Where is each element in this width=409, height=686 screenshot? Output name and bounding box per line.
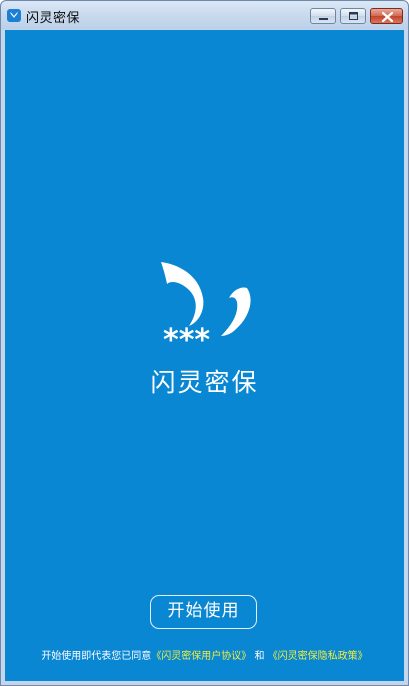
app-window: 闪灵密保 *** 闪灵密保 开始使用 开始使用即代表您已同意《闪灵密保用户协议》… <box>0 0 409 686</box>
logo-stars: *** <box>163 323 210 350</box>
close-icon <box>381 11 394 23</box>
window-bottom-border <box>1 681 408 685</box>
agreement-prefix: 开始使用即代表您已同意 <box>41 651 152 662</box>
title-bar[interactable]: 闪灵密保 <box>1 1 408 29</box>
privacy-policy-link[interactable]: 《闪灵密保隐私政策》 <box>268 651 368 662</box>
minimize-icon <box>319 18 328 20</box>
agreement-text: 开始使用即代表您已同意《闪灵密保用户协议》 和 《闪灵密保隐私政策》 <box>5 647 404 662</box>
butterfly-logo-icon: *** <box>161 262 251 350</box>
app-name-title: 闪灵密保 <box>150 368 259 397</box>
minimize-button[interactable] <box>310 8 336 24</box>
close-button[interactable] <box>370 8 403 24</box>
user-agreement-link[interactable]: 《闪灵密保用户协议》 <box>151 651 251 662</box>
window-title: 闪灵密保 <box>26 11 81 26</box>
maximize-icon <box>349 12 358 20</box>
start-button[interactable]: 开始使用 <box>150 595 257 629</box>
maximize-button[interactable] <box>340 8 366 24</box>
agreement-connector: 和 <box>254 651 265 662</box>
splash-panel: *** 闪灵密保 开始使用 开始使用即代表您已同意《闪灵密保用户协议》 和 《闪… <box>5 30 404 681</box>
app-logo-icon <box>7 9 21 22</box>
